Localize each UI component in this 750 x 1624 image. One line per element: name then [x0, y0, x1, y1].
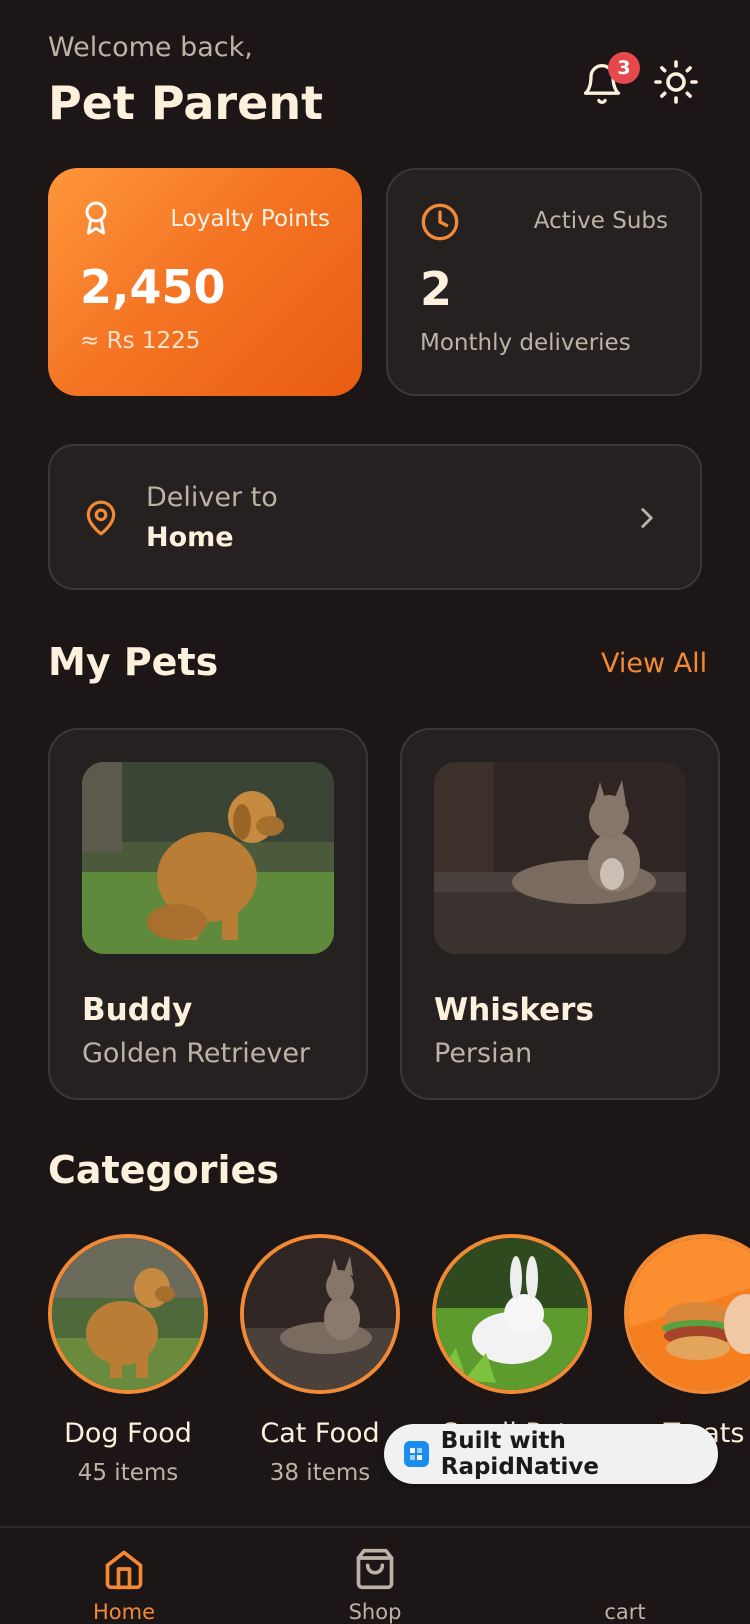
active-subs-card[interactable]: Active Subs 2 Monthly deliveries — [386, 168, 702, 396]
deliver-label: Deliver to — [146, 482, 278, 513]
nav-label: cart — [604, 1600, 646, 1624]
category-dog-food[interactable]: Dog Food 45 items — [46, 1234, 210, 1494]
pet-photo-dog — [82, 762, 334, 954]
category-image-cat — [240, 1234, 400, 1394]
home-icon — [105, 1550, 143, 1590]
nav-home[interactable]: Home — [54, 1528, 194, 1624]
rapidnative-logo-icon — [404, 1441, 429, 1467]
bottom-nav: Home Shop cart — [0, 1526, 750, 1624]
category-image-treats — [624, 1234, 750, 1394]
category-image-dog — [48, 1234, 208, 1394]
category-count: 38 items — [269, 1460, 371, 1486]
map-pin-icon — [86, 500, 116, 536]
chevron-right-icon — [641, 508, 653, 528]
theme-toggle-button[interactable] — [652, 58, 700, 106]
pet-photo-cat — [434, 762, 686, 954]
category-count: 45 items — [77, 1460, 179, 1486]
deliver-to-card[interactable]: Deliver to Home — [48, 444, 702, 590]
pet-card-buddy[interactable]: Buddy Golden Retriever — [48, 728, 368, 1100]
category-name: Cat Food — [260, 1418, 380, 1449]
notifications-button[interactable]: 3 — [580, 52, 640, 112]
loyalty-equivalent: ≈ Rs 1225 — [80, 328, 201, 354]
loyalty-label: Loyalty Points — [170, 206, 330, 232]
rapidnative-label: Built with RapidNative — [440, 1428, 600, 1480]
rapidnative-badge[interactable]: Built with RapidNative — [384, 1424, 718, 1484]
user-name: Pet Parent — [48, 76, 324, 130]
active-subs-sub: Monthly deliveries — [420, 330, 631, 356]
welcome-text: Welcome back, — [48, 32, 253, 63]
view-all-link[interactable]: View All — [601, 648, 707, 679]
nav-cart[interactable]: cart — [555, 1528, 695, 1624]
active-subs-value: 2 — [420, 262, 453, 316]
loyalty-points-card[interactable]: Loyalty Points 2,450 ≈ Rs 1225 — [48, 168, 362, 396]
loyalty-value: 2,450 — [80, 260, 226, 314]
award-icon — [85, 201, 107, 235]
category-name: Dog Food — [64, 1418, 192, 1449]
categories-title: Categories — [48, 1148, 279, 1192]
pet-name: Whiskers — [434, 992, 594, 1028]
category-cat-food[interactable]: Cat Food 38 items — [238, 1234, 402, 1494]
pet-breed: Golden Retriever — [82, 1038, 311, 1069]
pet-card-whiskers[interactable]: Whiskers Persian — [400, 728, 720, 1100]
nav-label: Home — [92, 1600, 155, 1624]
nav-shop[interactable]: Shop — [305, 1528, 445, 1624]
active-subs-label: Active Subs — [533, 208, 668, 234]
nav-label: Shop — [348, 1600, 402, 1624]
pet-breed: Persian — [434, 1038, 533, 1069]
pet-name: Buddy — [82, 992, 193, 1028]
sun-icon — [654, 60, 698, 104]
category-image-rabbit — [432, 1234, 592, 1394]
shopping-bag-icon — [356, 1548, 394, 1590]
my-pets-title: My Pets — [48, 640, 219, 684]
clock-icon — [421, 203, 459, 241]
deliver-address: Home — [146, 522, 234, 553]
notification-badge: 3 — [608, 52, 640, 84]
